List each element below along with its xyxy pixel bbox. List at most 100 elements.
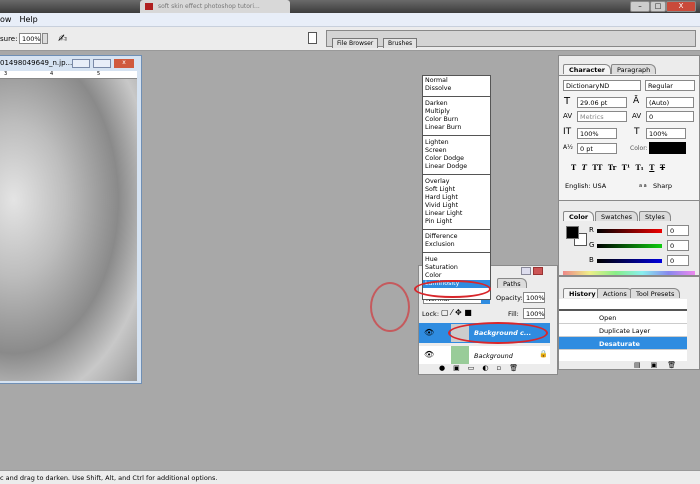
baseline-shift-icon: A½	[563, 144, 573, 151]
menu-item[interactable]: Exclusion	[425, 241, 488, 249]
favicon-icon	[145, 3, 153, 10]
antialias-select[interactable]: Sharp	[651, 181, 695, 192]
leading-input[interactable]: (Auto)	[646, 97, 694, 108]
horizontal-scale-input[interactable]: 100%	[646, 128, 686, 139]
menu-item[interactable]: Overlay	[425, 178, 488, 186]
menu-item[interactable]: Multiply	[425, 108, 488, 116]
menu-item[interactable]: Dissolve	[425, 85, 488, 93]
exposure-input[interactable]: 100%	[19, 33, 41, 44]
menu-item[interactable]: Color Burn	[425, 116, 488, 124]
menu-group: Normal Dissolve	[425, 77, 488, 93]
layers-footer-icons[interactable]: ●▣▭◐▫🗑	[419, 364, 557, 375]
menu-item[interactable]: Hard Light	[425, 194, 488, 202]
tab-swatches[interactable]: Swatches	[595, 211, 639, 221]
tab-brushes[interactable]: Brushes	[383, 38, 418, 48]
color-ramp[interactable]	[563, 271, 695, 275]
blue-input[interactable]: 0	[667, 255, 689, 266]
menu-item[interactable]: Normal	[425, 77, 488, 85]
menu-item[interactable]: Pin Light	[425, 218, 488, 226]
exposure-label: sure:	[0, 35, 18, 43]
maximize-button[interactable]: □	[650, 1, 666, 12]
history-item-selected[interactable]: Desaturate	[559, 337, 687, 350]
eye-icon[interactable]: 👁	[424, 328, 434, 337]
menu-group: Difference Exclusion	[425, 233, 488, 249]
opacity-input[interactable]: 100%	[523, 292, 545, 303]
eye-icon[interactable]: 👁	[424, 350, 434, 359]
menu-item[interactable]: Linear Dodge	[425, 163, 488, 171]
tab-file-browser[interactable]: File Browser	[332, 38, 379, 48]
font-size-input[interactable]: 29.06 pt	[577, 97, 627, 108]
doc-maximize-button[interactable]	[93, 59, 111, 68]
exposure-slider-button[interactable]	[42, 33, 48, 44]
doc-close-button[interactable]: x	[114, 59, 134, 68]
lock-label: Lock:	[422, 310, 440, 318]
tab-paragraph[interactable]: Paragraph	[611, 64, 657, 74]
tab-history[interactable]: History	[563, 288, 602, 298]
horizontal-ruler: 3 4 5	[0, 71, 137, 79]
kerning-select[interactable]: Metrics	[577, 111, 627, 122]
color-label: Color:	[630, 145, 648, 152]
fill-input[interactable]: 100%	[523, 308, 545, 319]
tab-paths[interactable]: Paths	[497, 278, 527, 288]
tab-tool-presets[interactable]: Tool Presets	[630, 288, 681, 298]
menu-item[interactable]: Soft Light	[425, 186, 488, 194]
history-item[interactable]: Duplicate Layer	[559, 324, 687, 337]
menu-window[interactable]: ow	[0, 15, 11, 24]
menu-item[interactable]: Color Dodge	[425, 155, 488, 163]
doc-minimize-button[interactable]	[72, 59, 90, 68]
layer-row[interactable]: 👁 Background 🔒	[419, 346, 550, 364]
text-style-buttons[interactable]: T T TT Tr T¹ T₁ T T	[571, 163, 665, 172]
opacity-label: Opacity:	[496, 294, 523, 302]
tab-actions[interactable]: Actions	[597, 288, 633, 298]
blend-mode-menu[interactable]: Normal Dissolve Darken Multiply Color Burn L…	[422, 75, 491, 300]
panel-close-button[interactable]	[533, 267, 543, 275]
menu-help[interactable]: Help	[19, 15, 37, 24]
tab-color[interactable]: Color	[563, 211, 595, 221]
foreground-color-swatch[interactable]	[566, 226, 579, 239]
palette-well: File Browser Brushes	[326, 30, 696, 48]
tracking-select[interactable]: 0	[646, 111, 694, 122]
browser-tab[interactable]: soft skin effect photoshop tutori...	[140, 0, 290, 13]
tracking-icon: AV	[632, 112, 642, 120]
palette-well-icon[interactable]	[308, 32, 317, 44]
red-input[interactable]: 0	[667, 225, 689, 236]
document-title-bar[interactable]: 01498049649_n.jp... x	[0, 56, 141, 71]
blue-slider[interactable]	[597, 259, 662, 263]
menu-item[interactable]: Darken	[425, 100, 488, 108]
snapshot-row[interactable]	[559, 299, 687, 311]
menu-item[interactable]: Linear Burn	[425, 124, 488, 132]
layer-thumbnail	[451, 346, 469, 364]
minimize-button[interactable]: –	[630, 1, 650, 12]
menu-item[interactable]: Lighten	[425, 139, 488, 147]
annotation-circle	[370, 282, 410, 332]
document-image[interactable]	[0, 79, 137, 381]
menu-item[interactable]: Difference	[425, 233, 488, 241]
airbrush-icon[interactable]: ✍	[58, 32, 67, 45]
history-footer-icons[interactable]: ▤▣🗑	[634, 361, 686, 369]
tab-character[interactable]: Character	[563, 64, 611, 74]
channel-label: B	[589, 256, 594, 264]
red-slider[interactable]	[597, 229, 662, 233]
language-select[interactable]: English: USA	[563, 181, 633, 192]
history-item[interactable]: Open	[559, 311, 687, 324]
green-input[interactable]: 0	[667, 240, 689, 251]
antialias-icon: a a	[639, 183, 647, 189]
baseline-shift-input[interactable]: 0 pt	[577, 143, 617, 154]
menu-group: Overlay Soft Light Hard Light Vivid Light Li…	[425, 178, 488, 226]
menu-item[interactable]: Hue	[425, 256, 488, 264]
color-panel: Color Swatches Styles R 0 G 0 B 0	[558, 200, 700, 276]
menu-item[interactable]: Screen	[425, 147, 488, 155]
menu-item[interactable]: Vivid Light	[425, 202, 488, 210]
lock-icons[interactable]: ▢ ⁄ ✥ ■	[441, 308, 472, 317]
tab-styles[interactable]: Styles	[639, 211, 671, 221]
panel-minimize-button[interactable]	[521, 267, 531, 275]
vertical-scale-input[interactable]: 100%	[577, 128, 617, 139]
menu-item[interactable]: Color	[425, 272, 488, 280]
font-style-select[interactable]: Regular	[645, 80, 695, 91]
close-button[interactable]: X	[666, 1, 696, 12]
menu-item[interactable]: Saturation	[425, 264, 488, 272]
green-slider[interactable]	[597, 244, 662, 248]
menu-item[interactable]: Linear Light	[425, 210, 488, 218]
font-family-select[interactable]: DictionaryND	[563, 80, 641, 91]
text-color-swatch[interactable]	[649, 142, 686, 154]
